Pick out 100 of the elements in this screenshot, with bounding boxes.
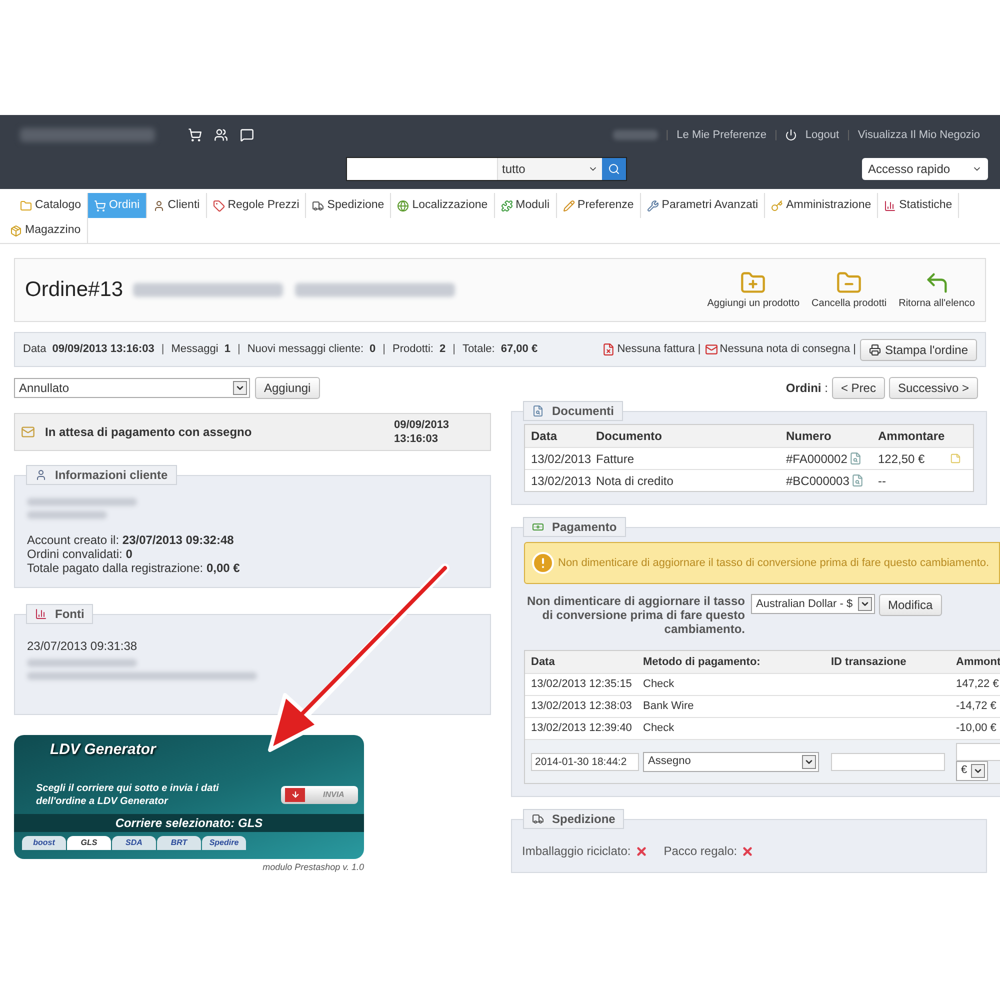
box-icon <box>10 224 22 236</box>
separator: | <box>774 128 778 143</box>
search-field[interactable]: tutto <box>346 157 627 181</box>
nav-tab[interactable]: Clienti <box>146 193 207 218</box>
chat-icon[interactable] <box>240 128 254 142</box>
panel-title: Documenti <box>523 401 624 421</box>
column-header: Data <box>531 654 556 670</box>
nav-tab[interactable]: Magazzino <box>4 218 88 243</box>
ldv-description: Scegli il corriere qui sotto e invia i dati dell'ordine a LDV Generator <box>36 782 220 808</box>
user-icon <box>152 200 165 212</box>
separator: | <box>382 342 386 358</box>
document-icon <box>532 405 544 417</box>
no-delivery-icon <box>704 343 718 356</box>
nav-tab[interactable]: Regole Prezzi <box>206 193 306 218</box>
module-version: modulo Prestashop v. 1.0 <box>262 861 364 874</box>
nav-tab[interactable]: Parametri Avanzati <box>640 193 766 218</box>
note-icon[interactable] <box>950 453 961 464</box>
table-cell-text: Check <box>643 677 676 692</box>
carrier-tab[interactable]: Spedire <box>202 836 246 850</box>
table-cell-text: 13/02/2013 <box>531 472 592 490</box>
truck-icon <box>312 200 324 212</box>
print-order-button[interactable]: Stampa l'ordine <box>860 338 977 360</box>
user-icon <box>35 469 47 481</box>
tag-icon <box>212 200 225 212</box>
panel-title: Pagamento <box>523 517 626 537</box>
carrier-tab[interactable]: GLS <box>67 836 111 850</box>
status-select[interactable]: Annullato <box>14 378 250 398</box>
carrier-tab[interactable]: SDA <box>112 836 156 850</box>
users-icon[interactable] <box>214 128 228 142</box>
previous-button[interactable]: < Prec <box>832 377 885 399</box>
currency-note: Non dimenticare di aggiornare il tasso di conversione prima di fare questo cambiamento. <box>526 594 745 636</box>
table-cell-text: -- <box>878 472 886 490</box>
shipping-option: Imballaggio riciclato: <box>522 842 631 860</box>
nav-tab[interactable]: Statistiche <box>878 193 960 218</box>
search-scope[interactable]: tutto <box>502 160 526 178</box>
add-status-button[interactable]: Aggiungi <box>255 377 320 399</box>
delivery-status: Nessuna nota di consegna | <box>720 342 856 358</box>
column-header: ID transazione <box>831 654 908 670</box>
currency-select[interactable]: Australian Dollar - $ <box>751 594 875 614</box>
nav-tab[interactable]: Spedizione <box>306 193 392 218</box>
header-link[interactable]: Logout <box>805 126 840 144</box>
customer-info-line: Account creato il: 23/07/2013 09:32:48 <box>27 533 235 547</box>
column-header: Documento <box>596 428 663 445</box>
warning-text: Non dimenticare di aggiornare il tasso di conversione prima di fare questo cambiamento. <box>558 556 990 571</box>
cart-icon[interactable] <box>188 128 202 142</box>
folder-minus-icon <box>836 270 862 296</box>
search-icon <box>608 163 620 175</box>
chart-icon <box>35 608 47 620</box>
order-action[interactable]: Cancella prodotti <box>812 270 887 310</box>
selected-carrier: Corriere selezionato: GLS <box>14 814 364 832</box>
next-button[interactable]: Successivo > <box>888 377 978 399</box>
header-link[interactable]: Le Mie Preferenze <box>676 126 767 144</box>
chart-icon <box>884 200 896 212</box>
separator: | <box>847 128 850 143</box>
wrench-icon <box>646 200 659 212</box>
summary-label: Messaggi <box>171 342 218 358</box>
summary-label: Prodotti: <box>392 342 434 358</box>
amount-input[interactable] <box>956 742 1000 760</box>
orders-nav-label: Ordini : <box>786 380 828 397</box>
key-icon <box>771 200 784 212</box>
order-title: Ordine#13 <box>25 277 124 304</box>
table-cell-text: -14,72 € <box>956 699 996 714</box>
table-cell-text: 13/02/2013 <box>531 450 592 468</box>
currency-select[interactable]: € <box>956 760 988 780</box>
table-cell-text: Fatture <box>596 450 636 468</box>
header-link[interactable]: Visualizza Il Mio Negozio <box>858 126 980 144</box>
date-input[interactable]: 2014-01-30 18:44:2 <box>531 752 639 770</box>
carrier-tab[interactable]: boost <box>22 836 66 850</box>
view-document-icon[interactable] <box>849 452 862 465</box>
summary-value: 09/09/2013 13:16:03 <box>52 342 154 358</box>
puzzle-icon <box>500 200 513 212</box>
order-action[interactable]: Ritorna all'elenco <box>898 270 975 310</box>
transaction-id-input[interactable] <box>831 752 945 770</box>
summary-label: Nuovi messaggi cliente: <box>247 342 364 358</box>
table-cell-text: Nota di credito <box>596 472 674 490</box>
panel-title: Informazioni cliente <box>26 465 177 485</box>
truck-icon <box>532 813 544 825</box>
printer-icon <box>868 344 881 356</box>
quick-access-select[interactable]: Accesso rapido <box>862 158 988 180</box>
envelope-icon <box>21 425 35 439</box>
summary-value: 67,00 € <box>500 342 538 358</box>
nav-tab[interactable]: Amministrazione <box>765 193 878 218</box>
method-select[interactable]: Assegno <box>643 752 819 772</box>
table-cell-text: Check <box>643 721 676 736</box>
power-icon <box>785 129 798 141</box>
table-cell-text: #BC000003 <box>786 472 850 490</box>
separator: | <box>666 128 669 143</box>
order-action[interactable]: Aggiungi un prodotto <box>707 270 800 310</box>
search-button[interactable] <box>602 158 626 180</box>
nav-tab[interactable]: Localizzazione <box>391 193 495 218</box>
nav-tab[interactable]: Moduli <box>494 193 557 218</box>
carrier-tab[interactable]: BRT <box>157 836 201 850</box>
nav-tab[interactable]: Preferenze <box>556 193 641 218</box>
summary-label: Data <box>23 342 46 358</box>
table-cell-text: 147,22 € <box>956 677 999 692</box>
view-document-icon[interactable] <box>851 474 864 487</box>
folder-icon <box>20 200 32 212</box>
redacted-text <box>612 130 658 140</box>
modify-button[interactable]: Modifica <box>879 594 942 616</box>
ldv-title: LDV Generator <box>49 740 158 760</box>
